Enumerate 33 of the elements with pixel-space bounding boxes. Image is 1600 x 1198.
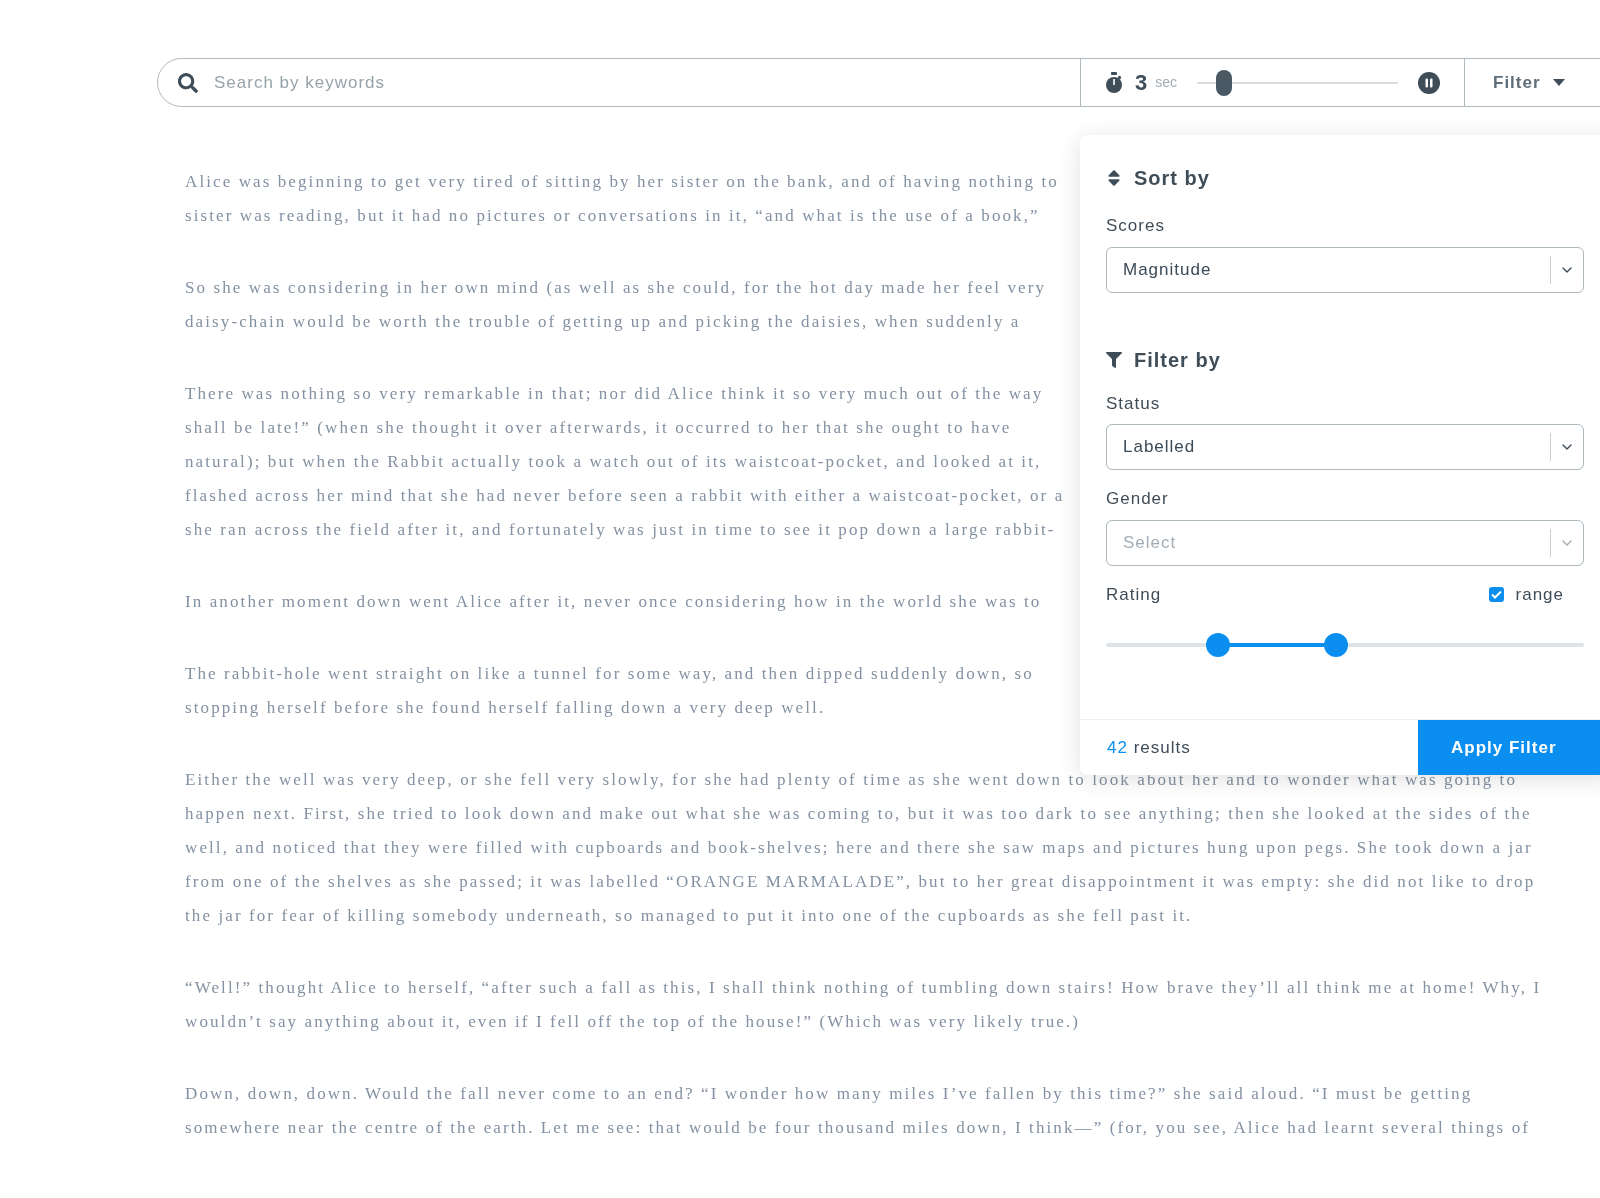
filter-dropdown-button[interactable]: Filter bbox=[1465, 59, 1565, 106]
field-label: Scores bbox=[1106, 215, 1165, 237]
timer-value: 3 bbox=[1135, 69, 1148, 97]
search-icon bbox=[178, 72, 198, 93]
sort-icon bbox=[1106, 168, 1122, 188]
paragraph: “Well!” thought Alice to herself, “after such a fall as this, I shall think nothing of tumbling down stairs! How brave they’ll all think me at home! Why, I wouldn’t say anything about it, even if I fell off the top of the house!” (Which was very likely true.) bbox=[185, 977, 1542, 1033]
field-label: Gender bbox=[1106, 488, 1169, 510]
range-slider[interactable] bbox=[1106, 633, 1584, 657]
field-label: Rating bbox=[1106, 583, 1162, 606]
filter-icon bbox=[1106, 351, 1122, 368]
paragraph: There was nothing so very remarkable in that; nor did Alice think it so very much out of the way shall be late!” (when she thought it over afterwards, it occurred to her that she ought to have natural); but when the Rabbit actually took a watch out of its waistcoat-pocket, and looked at it, flashed across her mind that she had never before seen a rabbit with either a waistcoat-pocket, or a she ran across the field after it, and fortunately was just in time to see it pop down a large rabbit- bbox=[185, 383, 1065, 541]
select-field[interactable]: Magnitude bbox=[1106, 246, 1584, 293]
apply-filter-button[interactable]: Apply Filter bbox=[1418, 720, 1600, 775]
range-thumb[interactable] bbox=[1205, 633, 1230, 657]
slider-thumb[interactable] bbox=[1215, 69, 1232, 96]
select-field[interactable]: Labelled bbox=[1106, 424, 1584, 470]
section-title: Sort by bbox=[1134, 166, 1210, 191]
slider-track[interactable] bbox=[1197, 69, 1398, 96]
pause-icon[interactable] bbox=[1418, 71, 1440, 94]
field-label: Status bbox=[1106, 392, 1161, 415]
range-checkbox[interactable]: range bbox=[1488, 581, 1564, 607]
check-icon bbox=[1490, 589, 1502, 599]
section-title: Filter by bbox=[1134, 347, 1221, 373]
paragraph: Down, down, down. Would the fall never come to an end? “I wonder how many miles I’ve fallen by this time?” she said aloud. “I must be getting somewhere near the centre of the earth. Let me see: that would be four thousand miles down, I think—” (for, you see, Alice had learnt several things of bbox=[185, 1083, 1531, 1139]
caret-down-icon bbox=[1552, 79, 1565, 86]
paragraph: The rabbit-hole went straight on like a tunnel for some way, and then dipped suddenly down, so stopping herself before she found herself falling down a very deep well. bbox=[185, 663, 1034, 719]
paragraph: In another moment down went Alice after it, never once considering how in the world she was to bbox=[185, 591, 1042, 613]
timer-unit: sec bbox=[1155, 73, 1178, 92]
results-count: 42 results bbox=[1106, 736, 1192, 759]
range-thumb[interactable] bbox=[1323, 633, 1348, 657]
paragraph: So she was considering in her own mind (as well as she could, for the hot day made her feel very daisy-chain would be worth the trouble of getting up and picking the daisies, when suddenly a bbox=[185, 277, 1047, 333]
stopwatch-icon bbox=[1105, 71, 1123, 94]
paragraph: Alice was beginning to get very tired of sitting by her sister on the bank, and of having nothing to sister was reading, but it had no pictures or conversations in it, “and what is the use of a book,” bbox=[185, 171, 1059, 227]
